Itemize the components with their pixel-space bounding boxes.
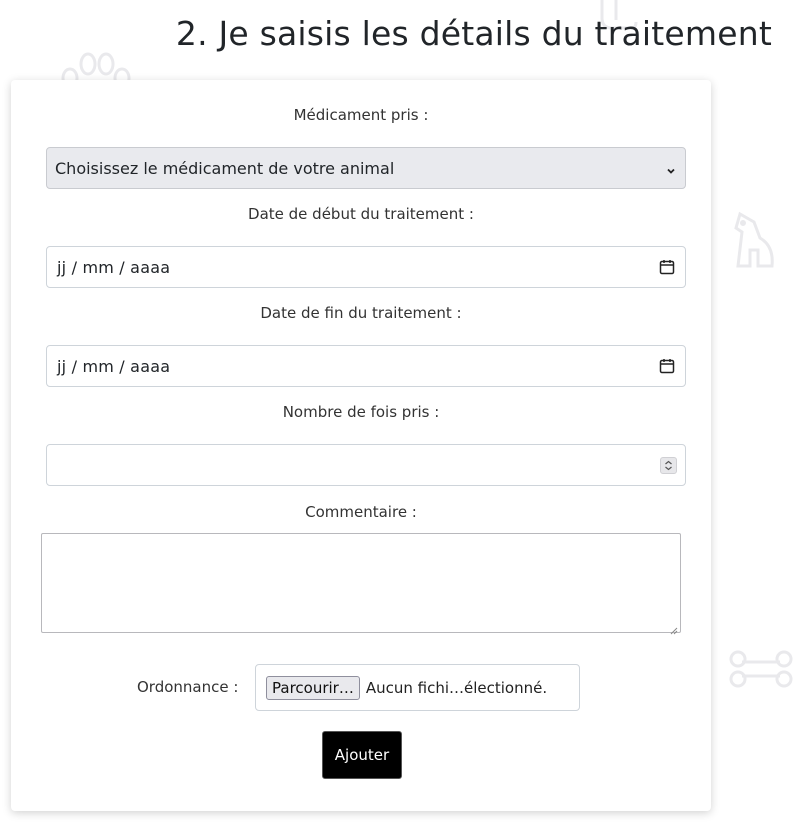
dog-decoration-icon — [728, 210, 778, 270]
comment-label: Commentaire : — [305, 503, 417, 521]
count-input[interactable] — [46, 444, 686, 486]
start-date-value: jj / mm / aaaa — [57, 257, 171, 277]
chevron-down-icon — [665, 162, 677, 174]
medication-select[interactable]: Choisissez le médicament de votre animal — [46, 147, 686, 189]
end-date-value: jj / mm / aaaa — [57, 356, 171, 376]
calendar-icon[interactable] — [659, 358, 675, 374]
calendar-icon[interactable] — [659, 259, 675, 275]
treatment-form: Médicament pris : Choisissez le médicame… — [11, 80, 711, 811]
submit-button[interactable]: Ajouter — [322, 731, 402, 779]
count-label: Nombre de fois pris : — [282, 403, 440, 421]
start-date-input[interactable]: jj / mm / aaaa — [46, 246, 686, 288]
page: 2. Je saisis les détails du traitement M… — [0, 0, 794, 825]
page-title: 2. Je saisis les détails du traitement — [175, 14, 772, 53]
prescription-file-input[interactable]: Parcourir… Aucun fichi…électionné. — [255, 664, 580, 711]
end-date-input[interactable]: jj / mm / aaaa — [46, 345, 686, 387]
prescription-label: Ordonnance : — [137, 678, 239, 696]
resize-grip-icon[interactable] — [668, 620, 678, 635]
start-date-label: Date de début du traitement : — [248, 205, 474, 223]
bone-decoration-icon-2 — [728, 648, 794, 690]
end-date-label: Date de fin du traitement : — [260, 304, 462, 322]
browse-button[interactable]: Parcourir… — [266, 675, 360, 700]
file-status: Aucun fichi…électionné. — [365, 678, 548, 697]
medication-select-value: Choisissez le médicament de votre animal — [55, 158, 395, 178]
spinner-icon[interactable] — [660, 456, 677, 474]
comment-textarea[interactable] — [41, 533, 681, 635]
medication-label: Médicament pris : — [293, 106, 429, 124]
